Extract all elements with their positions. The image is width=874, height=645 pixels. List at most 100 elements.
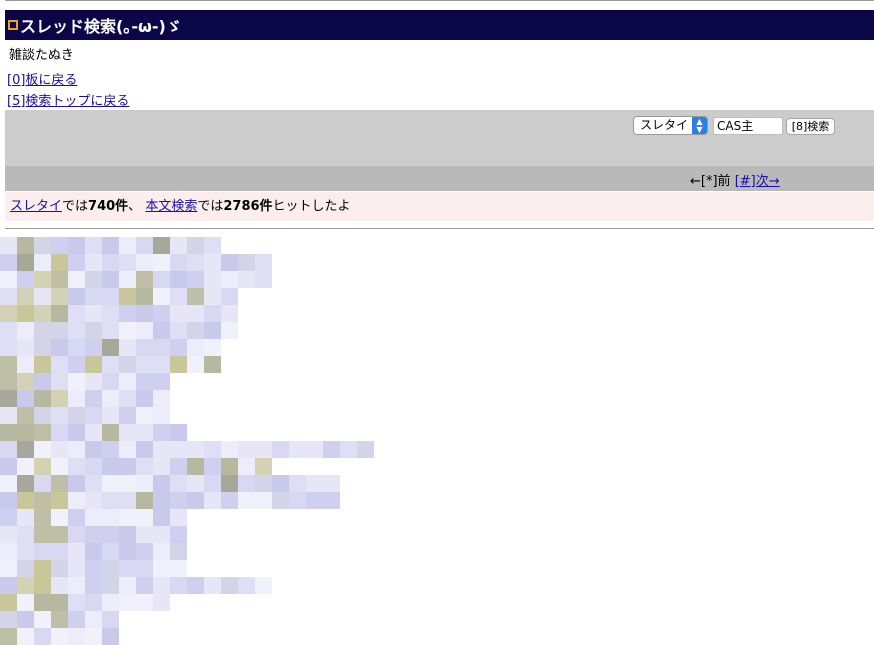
mosaic-cell	[204, 254, 221, 271]
mosaic-cell	[68, 475, 85, 492]
mosaic-cell	[238, 254, 255, 271]
result-summary: スレタイでは740件、 本文検索では2786件ヒットしたよ	[5, 192, 874, 221]
mosaic-cell	[68, 254, 85, 271]
mosaic-cell	[238, 458, 255, 475]
mosaic-cell	[119, 560, 136, 577]
mosaic-cell	[119, 458, 136, 475]
mosaic-cell	[153, 458, 170, 475]
mosaic-cell	[34, 339, 51, 356]
mosaic-cell	[119, 526, 136, 543]
mosaic-cell	[153, 237, 170, 254]
mosaic-cell	[153, 424, 170, 441]
mosaic-cell	[153, 560, 170, 577]
mosaic-cell	[85, 254, 102, 271]
mosaic-cell	[34, 577, 51, 594]
mosaic-cell	[119, 407, 136, 424]
mosaic-cell	[0, 594, 17, 611]
mosaic-cell	[119, 390, 136, 407]
mosaic-cell	[17, 611, 34, 628]
mosaic-cell	[153, 577, 170, 594]
mosaic-cell	[51, 628, 68, 645]
mosaic-cell	[187, 288, 204, 305]
mosaic-cell	[85, 237, 102, 254]
mosaic-cell	[85, 543, 102, 560]
mosaic-cell	[68, 373, 85, 390]
mosaic-cell	[153, 254, 170, 271]
mosaic-cell	[221, 577, 238, 594]
mosaic-cell	[170, 424, 187, 441]
mosaic-cell	[0, 526, 17, 543]
mosaic-cell	[85, 594, 102, 611]
mosaic-cell	[0, 509, 17, 526]
mosaic-cell	[289, 492, 306, 509]
mosaic-cell	[85, 628, 102, 645]
mosaic-cell	[187, 322, 204, 339]
next-page-link[interactable]: [#]次→	[735, 174, 780, 189]
mosaic-cell	[17, 594, 34, 611]
back-to-search-top-link[interactable]: [5]検索トップに戻る	[7, 90, 129, 109]
mosaic-cell	[170, 543, 187, 560]
mosaic-cell	[17, 509, 34, 526]
search-button[interactable]: [8]検索	[786, 118, 835, 135]
mosaic-cell	[85, 390, 102, 407]
mosaic-cell	[17, 577, 34, 594]
mosaic-cell	[357, 441, 374, 458]
mosaic-cell	[51, 560, 68, 577]
mosaic-cell	[153, 322, 170, 339]
mosaic-cell	[51, 475, 68, 492]
mosaic-cell	[272, 475, 289, 492]
mosaic-cell	[85, 407, 102, 424]
mosaic-cell	[51, 424, 68, 441]
mosaic-cell	[85, 339, 102, 356]
mosaic-cell	[34, 526, 51, 543]
mosaic-cell	[221, 458, 238, 475]
mosaic-cell	[102, 424, 119, 441]
mosaic-cell	[0, 288, 17, 305]
search-input[interactable]: CAS主	[713, 117, 783, 135]
back-to-board-link[interactable]: [0]板に戻る	[7, 69, 77, 88]
mosaic-cell	[119, 271, 136, 288]
search-type-select[interactable]: スレタイ ▲ ▼	[633, 116, 708, 135]
mosaic-cell	[0, 373, 17, 390]
mosaic-cell	[255, 458, 272, 475]
mosaic-cell	[0, 577, 17, 594]
mosaic-cell	[119, 577, 136, 594]
mosaic-cell	[119, 373, 136, 390]
mosaic-cell	[289, 441, 306, 458]
mosaic-cell	[0, 322, 17, 339]
mosaic-cell	[170, 305, 187, 322]
mosaic-cell	[153, 356, 170, 373]
mosaic-cell	[221, 305, 238, 322]
mosaic-cell	[204, 305, 221, 322]
mosaic-cell	[136, 577, 153, 594]
mosaic-cell	[34, 322, 51, 339]
mosaic-cell	[187, 577, 204, 594]
mosaic-cell	[153, 475, 170, 492]
mosaic-cell	[221, 254, 238, 271]
mosaic-cell	[136, 492, 153, 509]
mosaic-cell	[136, 339, 153, 356]
mosaic-cell	[119, 509, 136, 526]
mosaic-cell	[170, 492, 187, 509]
mosaic-cell	[17, 288, 34, 305]
mosaic-cell	[0, 441, 17, 458]
mosaic-cell	[119, 441, 136, 458]
mosaic-cell	[17, 458, 34, 475]
mosaic-cell	[68, 628, 85, 645]
title-result-suffix: では	[62, 199, 89, 214]
mosaic-cell	[17, 356, 34, 373]
mosaic-cell	[238, 441, 255, 458]
mosaic-cell	[51, 339, 68, 356]
mosaic-cell	[17, 441, 34, 458]
mosaic-cell	[102, 407, 119, 424]
body-search-link[interactable]: 本文検索	[145, 199, 197, 214]
mosaic-cell	[187, 254, 204, 271]
title-search-link[interactable]: スレタイ	[10, 199, 62, 214]
mosaic-cell	[34, 237, 51, 254]
mosaic-cell	[221, 492, 238, 509]
mosaic-cell	[204, 339, 221, 356]
mosaic-cell	[68, 594, 85, 611]
mosaic-cell	[0, 628, 17, 645]
mosaic-cell	[102, 254, 119, 271]
mosaic-cell	[238, 492, 255, 509]
